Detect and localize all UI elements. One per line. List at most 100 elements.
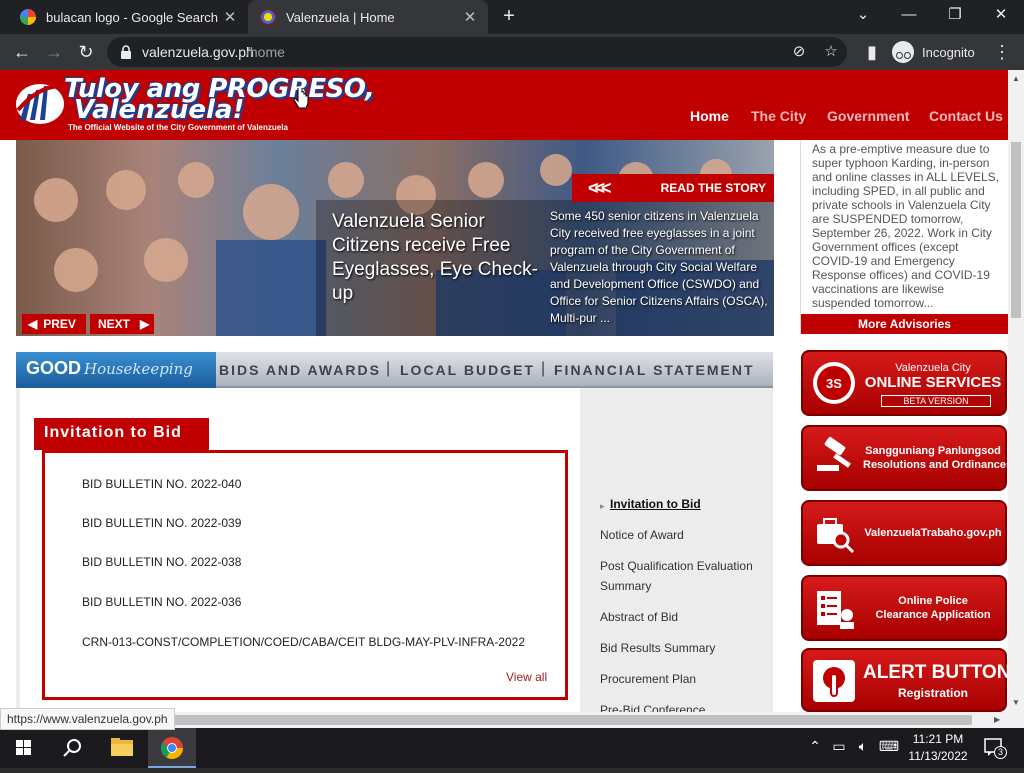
- bid-list-box: BID BULLETIN NO. 2022-040 BID BULLETIN N…: [42, 450, 568, 700]
- close-tab-icon[interactable]: ✕: [458, 8, 482, 26]
- side-link-pre-bid-conference[interactable]: Pre-Bid Conference: [600, 700, 770, 712]
- back-arrow-icon[interactable]: ←: [10, 40, 34, 64]
- local-budget-link[interactable]: LOCAL BUDGET: [400, 362, 535, 378]
- next-label: NEXT: [98, 317, 131, 331]
- tab-google-search[interactable]: bulacan logo - Google Search ✕: [8, 0, 248, 34]
- minimize-icon[interactable]: —: [886, 0, 932, 34]
- police-clearance-button[interactable]: Online Police Clearance Application: [801, 575, 1007, 641]
- clock-date[interactable]: 11/13/2022: [900, 749, 976, 763]
- good-housekeeping-banner: GOOD Housekeeping BIDS AND AWARDS | LOCA…: [16, 352, 773, 388]
- financial-statement-link[interactable]: FINANCIAL STATEMENT: [554, 362, 755, 378]
- valenzuela-favicon-icon: [260, 9, 276, 25]
- alert-button-line1: ALERT BUTTON: [863, 662, 1008, 683]
- view-all-link[interactable]: View all: [506, 670, 547, 684]
- notification-center-icon[interactable]: 3: [984, 738, 1007, 759]
- lock-icon: [121, 45, 131, 59]
- side-link-procurement-plan[interactable]: Procurement Plan: [600, 669, 770, 689]
- vertical-scroll-thumb[interactable]: [1011, 142, 1021, 318]
- tab-title: bulacan logo - Google Search: [46, 9, 218, 25]
- sanggunian-line2: Resolutions and Ordinances: [863, 459, 1008, 471]
- vertical-scrollbar[interactable]: ▲ ▼: [1008, 70, 1024, 712]
- briefcase-search-icon: [817, 518, 855, 554]
- browser-toolbar: ← → ↻ valenzuela.gov.ph /home ⊘ ☆ ▮ Inco…: [0, 34, 1024, 70]
- triple-chevron-left-icon: <<<: [588, 178, 611, 198]
- scroll-right-arrow-icon[interactable]: ▶: [994, 715, 1000, 724]
- good-housekeeping-logo: GOOD Housekeeping: [16, 352, 216, 388]
- next-button[interactable]: NEXT ▶: [90, 314, 154, 334]
- side-link-post-qualification[interactable]: Post Qualification Evaluation Summary: [600, 556, 770, 596]
- google-favicon-icon: [20, 9, 36, 25]
- eye-slash-icon[interactable]: ⊘: [789, 42, 809, 62]
- hero-headline[interactable]: Valenzuela Senior Citizens receive Free …: [332, 210, 552, 306]
- forward-arrow-icon[interactable]: →: [42, 40, 66, 64]
- side-link-abstract-of-bid[interactable]: Abstract of Bid: [600, 607, 770, 627]
- status-url-tooltip: https://www.valenzuela.gov.ph: [0, 708, 175, 730]
- side-link-bid-results[interactable]: Bid Results Summary: [600, 638, 770, 658]
- more-advisories-button[interactable]: More Advisories: [801, 314, 1008, 334]
- volume-icon[interactable]: 🔈︎: [852, 738, 874, 755]
- caret-right-icon: ▶: [140, 317, 150, 331]
- bid-item[interactable]: BID BULLETIN NO. 2022-036: [82, 595, 241, 609]
- online-services-line1: Valenzuela City: [895, 362, 971, 374]
- bookmark-star-icon[interactable]: ☆: [821, 42, 841, 62]
- logo-tagline: The Official Website of the City Governm…: [68, 123, 288, 132]
- sanggunian-button[interactable]: Sangguniang Panlungsod Resolutions and O…: [801, 425, 1008, 491]
- incognito-indicator[interactable]: Incognito: [892, 38, 975, 66]
- nav-home[interactable]: Home: [690, 108, 729, 124]
- incognito-label: Incognito: [922, 44, 975, 60]
- bids-and-awards-link[interactable]: BIDS AND AWARDS: [219, 362, 381, 378]
- tray-chevron-up-icon[interactable]: ⌃: [804, 738, 826, 755]
- address-bar[interactable]: valenzuela.gov.ph /home ⊘ ☆: [107, 37, 847, 67]
- side-link-notice-of-award[interactable]: Notice of Award: [600, 525, 770, 545]
- url-host: valenzuela.gov.ph: [142, 44, 254, 60]
- police-clearance-line2: Clearance Application: [875, 609, 991, 621]
- valenzuela-trabaho-button[interactable]: ValenzuelaTrabaho.gov.ph: [801, 500, 1007, 566]
- police-clearance-line1: Online Police: [898, 595, 968, 607]
- notification-count: 3: [994, 746, 1007, 759]
- side-panel-icon[interactable]: ▮: [860, 40, 884, 64]
- bid-item[interactable]: BID BULLETIN NO. 2022-038: [82, 555, 241, 569]
- valenzuela-swoosh-icon: [16, 84, 70, 124]
- alert-hand-icon: [813, 660, 855, 702]
- bids-section: Invitation to Bid BID BULLETIN NO. 2022-…: [16, 388, 773, 712]
- keyboard-icon[interactable]: ⌨: [878, 738, 900, 755]
- tab-search-chevron-icon[interactable]: ⌄: [840, 0, 886, 34]
- site-header: Tuloy ang PROGRESO, Valenzuela! The Offi…: [0, 70, 1008, 140]
- scroll-down-arrow-icon[interactable]: ▼: [1012, 698, 1020, 707]
- tab-valenzuela-home[interactable]: Valenzuela | Home ✕: [248, 0, 488, 34]
- scroll-up-arrow-icon[interactable]: ▲: [1012, 74, 1020, 83]
- online-services-button[interactable]: 3S Valenzuela City ONLINE SERVICES BETA …: [801, 350, 1007, 416]
- site-logo[interactable]: Tuloy ang PROGRESO, Valenzuela! The Offi…: [14, 74, 375, 136]
- bid-item[interactable]: BID BULLETIN NO. 2022-040: [82, 477, 241, 491]
- nav-the-city[interactable]: The City: [751, 108, 806, 124]
- chrome-taskbar-icon[interactable]: [148, 728, 196, 768]
- incognito-icon: [892, 41, 914, 63]
- browser-tab-strip: bulacan logo - Google Search ✕ Valenzuel…: [0, 0, 1024, 34]
- prev-label: PREV: [43, 317, 76, 331]
- bid-section-heading: Invitation to Bid: [34, 418, 209, 450]
- logo-slogan-line2: Valenzuela!: [74, 95, 245, 125]
- menu-kebab-icon[interactable]: ⋮: [990, 40, 1014, 64]
- reload-icon[interactable]: ↻: [74, 40, 98, 64]
- sanggunian-line1: Sangguniang Panlungsod: [865, 445, 1001, 457]
- nav-government[interactable]: Government: [827, 108, 909, 124]
- nav-contact-us[interactable]: Contact Us: [929, 108, 1003, 124]
- svg-text:3S: 3S: [826, 376, 842, 391]
- network-icon[interactable]: ▭: [828, 738, 850, 755]
- file-explorer-icon[interactable]: [98, 728, 146, 768]
- caret-left-icon: ◀: [28, 317, 38, 331]
- bid-item[interactable]: CRN-013-CONST/COMPLETION/COED/CABA/CEIT …: [82, 635, 525, 649]
- read-the-story-button[interactable]: <<< READ THE STORY: [572, 174, 774, 202]
- restore-icon[interactable]: ❐: [932, 0, 978, 34]
- new-tab-plus-icon[interactable]: +: [497, 5, 521, 29]
- side-link-invitation-to-bid[interactable]: Invitation to Bid: [610, 494, 780, 514]
- windows-start-icon[interactable]: [0, 728, 48, 768]
- alert-button-registration[interactable]: ALERT BUTTON Registration: [801, 648, 1008, 712]
- close-tab-icon[interactable]: ✕: [218, 8, 242, 26]
- news-hero-slider[interactable]: <<< READ THE STORY Valenzuela Senior Cit…: [16, 140, 774, 336]
- search-icon[interactable]: [48, 728, 96, 768]
- prev-button[interactable]: ◀ PREV: [22, 314, 86, 334]
- window-close-icon[interactable]: ✕: [978, 0, 1024, 34]
- bid-item[interactable]: BID BULLETIN NO. 2022-039: [82, 516, 241, 530]
- clock-time[interactable]: 11:21 PM: [900, 732, 976, 746]
